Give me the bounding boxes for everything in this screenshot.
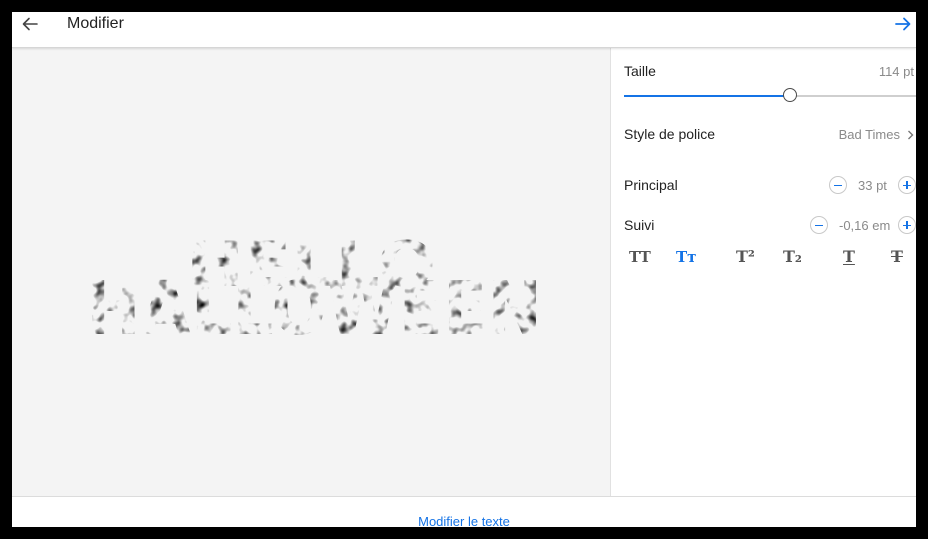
tracking-increase-button[interactable] xyxy=(898,216,916,234)
strikethrough-button[interactable]: T xyxy=(891,244,903,266)
leading-increase-button[interactable] xyxy=(898,176,916,194)
app-window: Modifier HELLO HALLOWEEN Taille 114 pt S… xyxy=(12,12,916,527)
all-caps-button[interactable]: TT xyxy=(629,244,651,266)
page-title: Modifier xyxy=(67,15,124,32)
size-slider-fill xyxy=(624,95,790,97)
leading-value: 33 pt xyxy=(858,178,887,193)
size-slider[interactable] xyxy=(624,88,916,102)
leading-decrease-button[interactable] xyxy=(829,176,847,194)
bottom-bar: Modifier le texte xyxy=(12,496,916,527)
size-value: 114 pt xyxy=(878,64,914,79)
underline-button[interactable]: T xyxy=(843,244,855,266)
subscript-icon: T₂ xyxy=(783,247,802,266)
superscript-button[interactable]: T² xyxy=(736,244,755,266)
small-caps-button[interactable]: Tт xyxy=(676,244,696,266)
subscript-button[interactable]: T₂ xyxy=(783,244,802,266)
font-style-value: Bad Times xyxy=(838,127,900,142)
top-bar: Modifier xyxy=(12,12,916,48)
underline-icon: T xyxy=(843,247,855,266)
small-caps-icon: Tт xyxy=(676,248,697,266)
tracking-decrease-button[interactable] xyxy=(810,216,828,234)
all-caps-icon: TT xyxy=(629,248,651,266)
tracking-value: -0,16 em xyxy=(839,218,891,233)
artwork-line-2: HALLOWEEN xyxy=(86,266,542,338)
tracking-label: Suivi xyxy=(624,217,655,233)
leading-label: Principal xyxy=(624,177,678,193)
arrow-left-icon xyxy=(22,17,38,31)
superscript-icon: T² xyxy=(736,247,755,266)
properties-panel: Taille 114 pt Style de police Bad Times … xyxy=(611,48,916,496)
font-style-row[interactable]: Style de police Bad Times xyxy=(624,124,916,146)
arrow-right-icon xyxy=(895,17,911,31)
forward-button[interactable] xyxy=(890,12,916,36)
canvas-area[interactable]: HELLO HALLOWEEN xyxy=(12,48,611,496)
chevron-right-icon xyxy=(908,130,914,140)
edit-text-button[interactable]: Modifier le texte xyxy=(12,514,916,527)
back-button[interactable] xyxy=(16,12,44,36)
text-artwork[interactable]: HELLO HALLOWEEN xyxy=(84,222,544,338)
size-slider-handle[interactable] xyxy=(782,88,797,102)
font-style-label: Style de police xyxy=(624,126,716,142)
size-label: Taille xyxy=(624,63,656,79)
strikethrough-icon: T xyxy=(891,247,903,266)
